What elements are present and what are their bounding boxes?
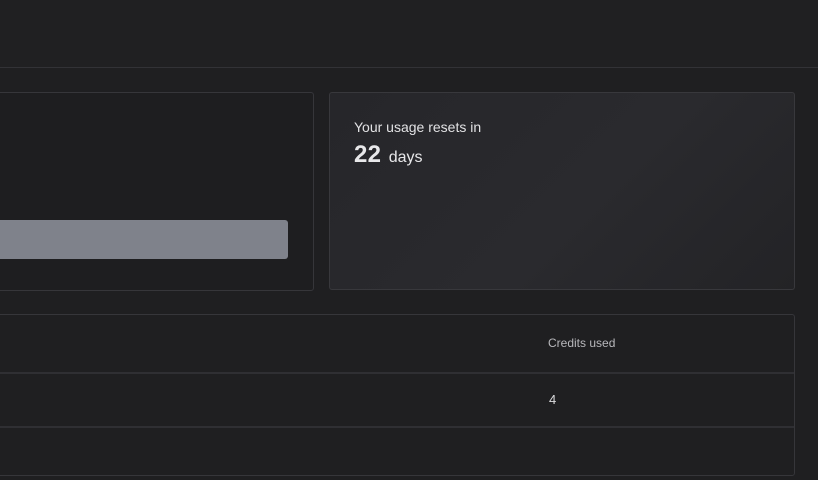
top-bar (0, 0, 818, 68)
usage-card (0, 92, 314, 291)
usage-reset-days-number: 22 (354, 141, 382, 168)
table-row: 4 (0, 374, 794, 428)
table-row (0, 428, 794, 480)
usage-reset-value: 22 days (354, 141, 423, 169)
usage-reset-days-unit: days (388, 149, 423, 166)
table-header: Credits used (0, 315, 794, 374)
column-header-credits-used: Credits used (548, 336, 616, 350)
usage-progress-bar (0, 220, 288, 259)
usage-reset-card: Your usage resets in 22 days (329, 92, 795, 290)
usage-reset-label: Your usage resets in (354, 119, 482, 135)
usage-table: Credits used 4 (0, 314, 795, 476)
credits-used-cell: 4 (549, 392, 557, 407)
